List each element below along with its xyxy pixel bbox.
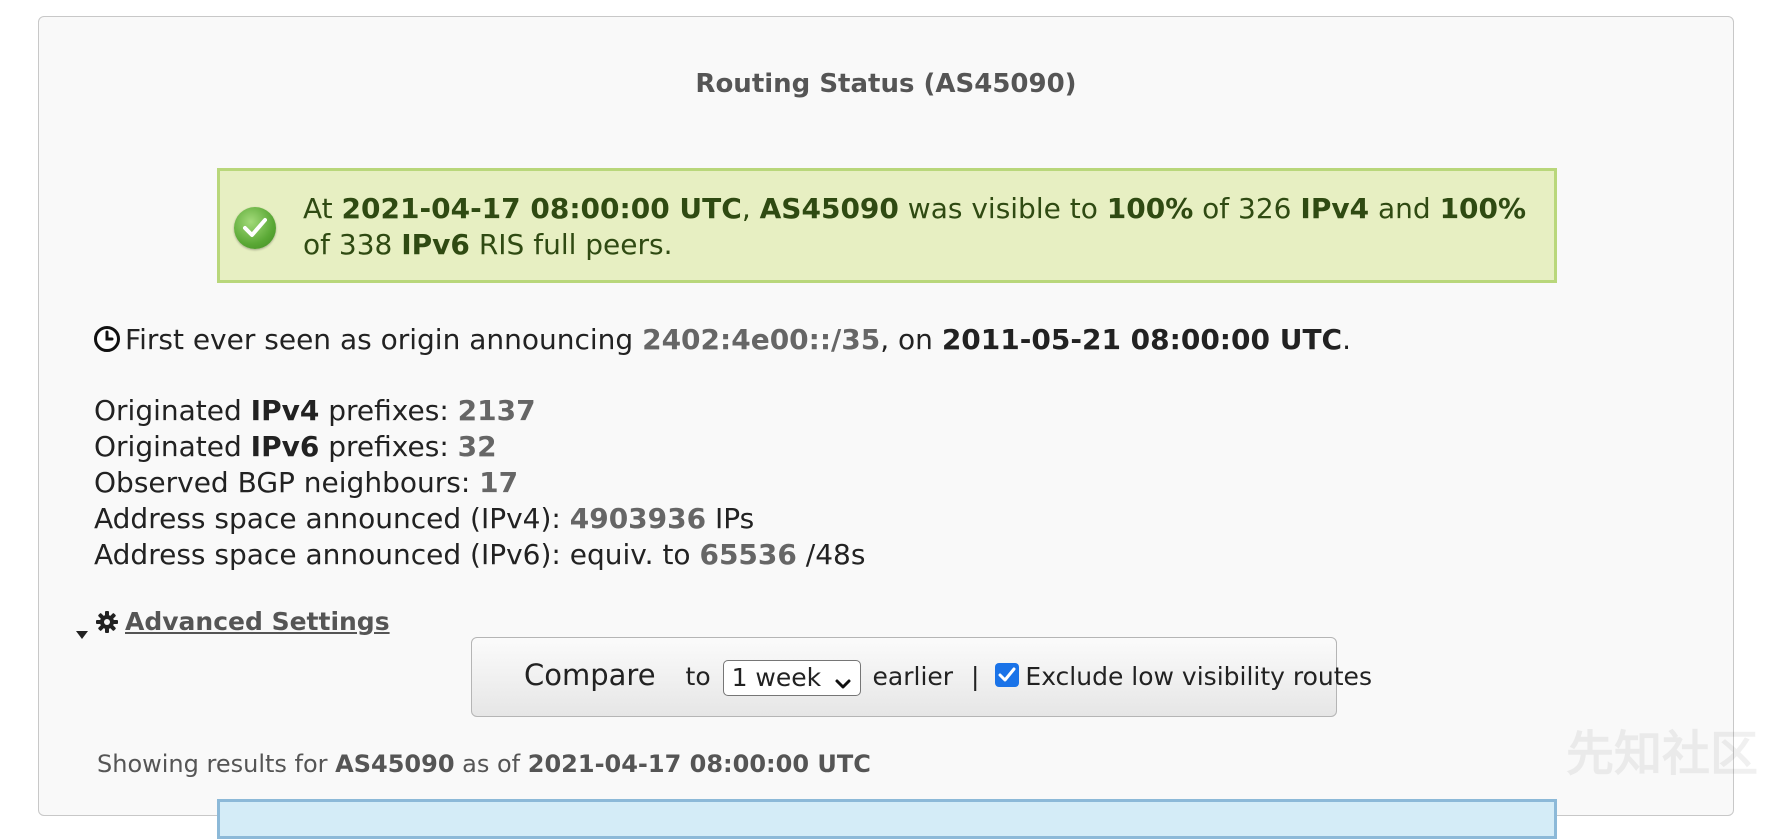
status-text-5: RIS full peers. — [469, 228, 673, 261]
compare-to-label: to — [685, 662, 711, 691]
stat-bgp-neighbours: Observed BGP neighbours: 17 — [94, 465, 865, 501]
status-prefix: At — [303, 192, 342, 225]
first-seen-prefix-value: 2402:4e00::/35 — [642, 323, 881, 356]
compare-controls: Compare to 1 week earlier | Exclude low … — [471, 637, 1372, 717]
stat-label-bold: IPv4 — [250, 394, 320, 427]
first-seen-prefix: First ever seen as origin announcing — [125, 323, 643, 356]
showing-prefix: Showing results for — [97, 750, 336, 778]
stat-label: Originated — [94, 394, 251, 427]
first-seen-middle: , on — [880, 323, 942, 356]
caret-down-icon[interactable] — [75, 617, 89, 647]
stat-label: Address space announced (IPv4): — [94, 502, 570, 535]
stat-value: 2137 — [457, 394, 536, 427]
clock-icon — [93, 325, 121, 362]
stat-address-space-ipv6: Address space announced (IPv6): equiv. t… — [94, 537, 865, 573]
exclude-low-visibility-label[interactable]: Exclude low visibility routes — [1025, 662, 1372, 691]
stat-label: Observed BGP neighbours: — [94, 466, 480, 499]
stat-label: Address space announced (IPv6): equiv. t… — [94, 538, 700, 571]
status-pct-ipv4: 100% — [1106, 192, 1194, 225]
advanced-settings-toggle[interactable]: Advanced Settings — [75, 607, 390, 647]
showing-results-line: Showing results for AS45090 as of 2021-0… — [97, 749, 871, 779]
visibility-status-box: At 2021-04-17 08:00:00 UTC, AS45090 was … — [217, 168, 1557, 283]
watermark-text: 先知社区 — [1565, 726, 1758, 782]
stat-label: prefixes: — [319, 394, 458, 427]
prefix-stats: Originated IPv4 prefixes: 2137 Originate… — [94, 393, 865, 573]
routing-status-panel: Routing Status (AS45090) At 2021-04-17 0… — [38, 16, 1734, 839]
status-text-2: of 326 — [1193, 192, 1301, 225]
compare-period-value: 1 week — [731, 663, 822, 692]
compare-earlier-label: earlier — [872, 662, 954, 691]
stat-ipv6-prefixes: Originated IPv6 prefixes: 32 — [94, 429, 865, 465]
stat-value: 65536 — [699, 538, 797, 571]
status-ipv4: IPv4 — [1300, 192, 1370, 225]
status-text-1: was visible to — [898, 192, 1107, 225]
stat-address-space-ipv4: Address space announced (IPv4): 4903936 … — [94, 501, 865, 537]
stat-value: 4903936 — [569, 502, 707, 535]
stat-label-bold: IPv6 — [250, 430, 320, 463]
first-seen-date: 2011-05-21 08:00:00 UTC — [941, 323, 1343, 356]
stat-label: prefixes: — [319, 430, 458, 463]
panel-title: Routing Status (AS45090) — [695, 69, 1077, 99]
exclude-low-visibility-checkbox[interactable] — [995, 663, 1020, 687]
status-text-4: of 338 — [303, 228, 402, 261]
stat-unit: /48s — [796, 538, 866, 571]
stat-label: Originated — [94, 430, 251, 463]
gear-icon — [95, 610, 119, 641]
compare-period-select[interactable]: 1 week — [722, 660, 861, 696]
compare-label: Compare — [524, 658, 656, 692]
check-circle-icon — [234, 207, 276, 249]
showing-datetime: 2021-04-17 08:00:00 UTC — [527, 750, 871, 778]
status-ipv6: IPv6 — [401, 228, 470, 261]
results-info-box — [217, 799, 1557, 839]
status-comma: , — [741, 192, 760, 225]
compare-separator: | — [971, 662, 980, 691]
visibility-status-text: At 2021-04-17 08:00:00 UTC, AS45090 was … — [303, 191, 1553, 263]
status-datetime: 2021-04-17 08:00:00 UTC — [341, 192, 742, 225]
showing-asn: AS45090 — [335, 750, 455, 778]
first-seen-line: First ever seen as origin announcing 240… — [93, 322, 1351, 362]
status-asn: AS45090 — [759, 192, 899, 225]
first-seen-suffix: . — [1342, 323, 1352, 356]
showing-middle: as of — [454, 750, 528, 778]
chevron-down-icon — [834, 668, 852, 702]
advanced-settings-link[interactable]: Advanced Settings — [125, 607, 390, 636]
status-text-3: and — [1369, 192, 1440, 225]
stat-value: 17 — [479, 466, 519, 499]
stat-value: 32 — [457, 430, 497, 463]
status-pct-ipv6: 100% — [1439, 192, 1527, 225]
stat-ipv4-prefixes: Originated IPv4 prefixes: 2137 — [94, 393, 865, 429]
stat-unit: IPs — [706, 502, 755, 535]
